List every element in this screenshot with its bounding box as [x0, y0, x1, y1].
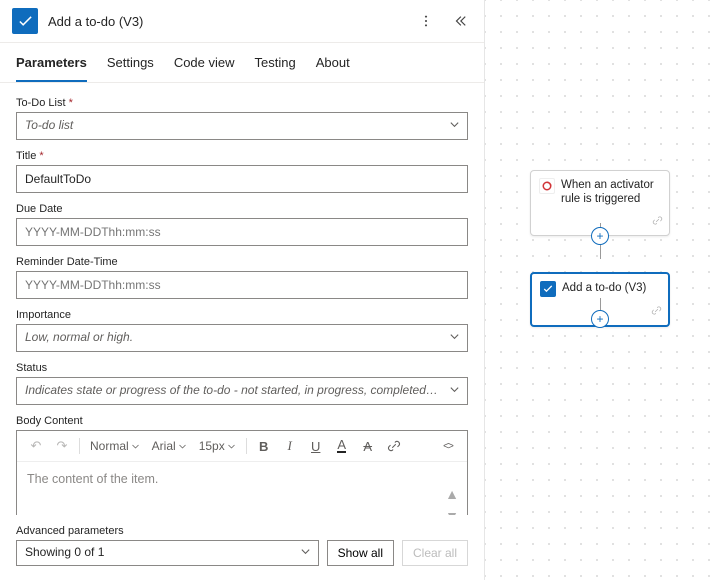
add-step-button[interactable]: +	[591, 227, 609, 245]
advanced-params-select[interactable]: Showing 0 of 1	[16, 540, 319, 566]
font-color-button[interactable]: A	[331, 435, 353, 457]
body-content-label: Body Content	[16, 415, 468, 427]
trigger-icon	[539, 178, 555, 194]
underline-button[interactable]: U	[305, 435, 327, 457]
action-node-icon	[540, 281, 556, 297]
title-input[interactable]	[16, 165, 468, 193]
size-dropdown[interactable]: 15px	[195, 439, 240, 453]
add-step-button[interactable]: +	[591, 310, 609, 328]
reminder-input[interactable]	[16, 271, 468, 299]
status-select[interactable]: Indicates state or progress of the to-do…	[16, 377, 468, 405]
importance-select[interactable]: Low, normal or high.	[16, 324, 468, 352]
show-all-button[interactable]: Show all	[327, 540, 394, 566]
status-label: Status	[16, 362, 468, 374]
style-dropdown[interactable]: Normal	[86, 439, 144, 453]
todo-list-select[interactable]: To-do list	[16, 112, 468, 140]
link-icon	[652, 213, 663, 231]
panel-header: Add a to-do (V3)	[0, 0, 484, 43]
body-content-editor[interactable]: The content of the item. ▲ ▼	[17, 462, 467, 515]
action-icon	[12, 8, 38, 34]
code-view-button[interactable]: <>	[437, 435, 459, 457]
tab-about[interactable]: About	[316, 43, 350, 82]
tab-code-view[interactable]: Code view	[174, 43, 235, 82]
due-date-label: Due Date	[16, 203, 468, 215]
parameters-form: To-Do List To-do list Title Due Date Rem…	[0, 83, 484, 515]
link-button[interactable]	[383, 435, 405, 457]
undo-button[interactable]: ↶	[25, 435, 47, 457]
link-icon	[651, 303, 662, 321]
tab-parameters[interactable]: Parameters	[16, 43, 87, 82]
tab-settings[interactable]: Settings	[107, 43, 154, 82]
bold-button[interactable]: B	[253, 435, 275, 457]
advanced-parameters: Advanced parameters Showing 0 of 1 Show …	[0, 515, 484, 580]
editor-toolbar: ↶ ↷ Normal Arial 15px B I U A A	[17, 431, 467, 462]
collapse-panel-button[interactable]	[448, 9, 472, 33]
config-panel: Add a to-do (V3) Parameters Settings Cod…	[0, 0, 485, 580]
importance-label: Importance	[16, 309, 468, 321]
move-up-icon[interactable]: ▲	[445, 486, 459, 502]
todo-list-label: To-Do List	[16, 97, 468, 109]
rich-text-editor: ↶ ↷ Normal Arial 15px B I U A A	[16, 430, 468, 515]
clear-format-button[interactable]: A	[357, 435, 379, 457]
panel-title: Add a to-do (V3)	[48, 14, 404, 29]
trigger-title: When an activator rule is triggered	[561, 178, 661, 207]
more-menu-button[interactable]	[414, 9, 438, 33]
advanced-params-label: Advanced parameters	[16, 525, 468, 537]
title-label: Title	[16, 150, 468, 162]
body-placeholder: The content of the item.	[27, 472, 158, 486]
action-title: Add a to-do (V3)	[562, 281, 646, 295]
flow-canvas[interactable]: When an activator rule is triggered + Ad…	[485, 0, 715, 580]
italic-button[interactable]: I	[279, 435, 301, 457]
due-date-input[interactable]	[16, 218, 468, 246]
reminder-label: Reminder Date-Time	[16, 256, 468, 268]
redo-button[interactable]: ↷	[51, 435, 73, 457]
move-down-icon[interactable]: ▼	[445, 508, 459, 515]
tabs-bar: Parameters Settings Code view Testing Ab…	[0, 43, 484, 83]
clear-all-button: Clear all	[402, 540, 468, 566]
tab-testing[interactable]: Testing	[255, 43, 296, 82]
font-dropdown[interactable]: Arial	[148, 439, 191, 453]
connector-line	[600, 245, 601, 259]
